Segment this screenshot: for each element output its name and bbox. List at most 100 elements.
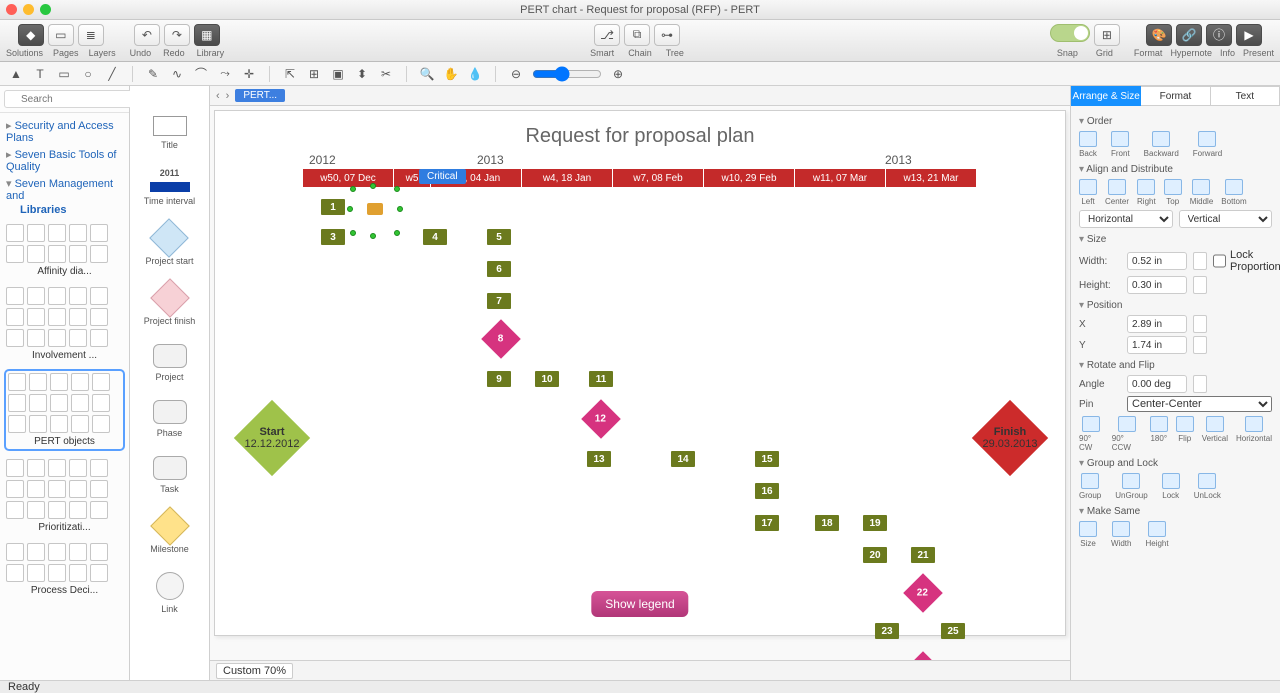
tab-prev-icon[interactable]: ‹ <box>216 90 220 102</box>
lib-involvement[interactable]: Involvement ... <box>6 350 123 361</box>
show-legend-button[interactable]: Show legend <box>591 591 688 617</box>
align-middle[interactable]: Middle <box>1190 179 1214 206</box>
task-node[interactable]: 18 <box>815 515 839 531</box>
line-tool-icon[interactable]: ╱ <box>104 66 120 82</box>
zoom-slider[interactable] <box>532 66 602 82</box>
group-btn[interactable]: Group <box>1079 473 1101 500</box>
section-same[interactable]: Make Same <box>1079 506 1272 517</box>
zoom-minus-icon[interactable]: ⊖ <box>508 66 524 82</box>
tab-next-icon[interactable]: › <box>226 90 230 102</box>
smart-button[interactable]: ⎇ <box>594 24 620 46</box>
pen-tool-icon[interactable]: ✎ <box>145 66 161 82</box>
align-right[interactable]: Right <box>1137 179 1156 206</box>
zoom-out-icon[interactable]: 🔍 <box>419 66 435 82</box>
task-node[interactable]: 23 <box>875 623 899 639</box>
chain-button[interactable]: ⧉ <box>624 24 650 46</box>
crop-tool-icon[interactable]: ✂ <box>378 66 394 82</box>
layers-button[interactable]: ≣ <box>78 24 104 46</box>
milestone-node[interactable]: 24 <box>903 651 943 660</box>
distribute-h-select[interactable]: Horizontal <box>1079 210 1173 228</box>
tab-arrange[interactable]: Arrange & Size <box>1071 86 1141 106</box>
task-node[interactable]: 10 <box>535 371 559 387</box>
info-button[interactable]: ⓘ <box>1206 24 1232 46</box>
unlock-btn[interactable]: UnLock <box>1194 473 1221 500</box>
task-node[interactable]: 17 <box>755 515 779 531</box>
lib-affinity[interactable]: Affinity dia... <box>6 266 123 277</box>
paper[interactable]: Request for proposal plan 2012 2013 2013… <box>214 110 1066 636</box>
distribute-v-select[interactable]: Vertical <box>1179 210 1273 228</box>
section-align[interactable]: Align and Distribute <box>1079 164 1272 175</box>
stencil-project-finish[interactable]: Project finish <box>144 284 196 326</box>
stencil-phase[interactable]: Phase <box>153 400 187 438</box>
ellipse-tool-icon[interactable]: ○ <box>80 66 96 82</box>
task-node[interactable]: 21 <box>911 547 935 563</box>
align-tool-icon[interactable]: ⇱ <box>282 66 298 82</box>
hypernote-button[interactable]: 🔗 <box>1176 24 1202 46</box>
connector-tool-icon[interactable]: ⤳ <box>217 66 233 82</box>
height-stepper[interactable] <box>1193 276 1207 294</box>
task-node[interactable]: 20 <box>863 547 887 563</box>
grid-button[interactable]: ⊞ <box>1094 24 1120 46</box>
order-forward[interactable]: Forward <box>1193 131 1222 158</box>
format-button[interactable]: 🎨 <box>1146 24 1172 46</box>
tree-libraries[interactable]: Libraries <box>6 204 123 216</box>
task-node[interactable]: 5 <box>487 229 511 245</box>
present-button[interactable]: ▶ <box>1236 24 1262 46</box>
pointer-icon[interactable]: ▲ <box>8 66 24 82</box>
angle-input[interactable] <box>1127 375 1187 393</box>
task-node[interactable]: 1 <box>321 199 345 215</box>
task-node[interactable]: 19 <box>863 515 887 531</box>
text-tool-icon[interactable]: T <box>32 66 48 82</box>
anchor-tool-icon[interactable]: ✛ <box>241 66 257 82</box>
lock-btn[interactable]: Lock <box>1162 473 1180 500</box>
stencil-title[interactable]: Title <box>153 116 187 150</box>
canvas[interactable]: Request for proposal plan 2012 2013 2013… <box>210 106 1070 660</box>
library-scroll[interactable]: Affinity dia... Involvement ... PERT obj… <box>0 220 129 680</box>
snap-toggle[interactable] <box>1050 24 1090 42</box>
milestone-node[interactable]: 8 <box>481 319 521 359</box>
rotate-cw[interactable]: 90° CW <box>1079 416 1104 452</box>
width-stepper[interactable] <box>1193 252 1207 270</box>
width-input[interactable] <box>1127 252 1187 270</box>
order-tool-icon[interactable]: ⬍ <box>354 66 370 82</box>
eyedropper-icon[interactable]: 💧 <box>467 66 483 82</box>
order-back[interactable]: Back <box>1079 131 1097 158</box>
pages-button[interactable]: ▭ <box>48 24 74 46</box>
tree-seven-basic[interactable]: Seven Basic Tools of Quality <box>6 146 123 175</box>
stencil-task[interactable]: Task <box>153 456 187 494</box>
y-input[interactable] <box>1127 336 1187 354</box>
group-tool-icon[interactable]: ▣ <box>330 66 346 82</box>
section-size[interactable]: Size <box>1079 234 1272 245</box>
order-front[interactable]: Front <box>1111 131 1130 158</box>
arc-tool-icon[interactable]: ⌒ <box>193 66 209 82</box>
task-node[interactable]: 6 <box>487 261 511 277</box>
pin-select[interactable]: Center-Center <box>1127 396 1272 412</box>
selection-handles[interactable] <box>353 189 397 233</box>
x-stepper[interactable] <box>1193 315 1207 333</box>
angle-stepper[interactable] <box>1193 375 1207 393</box>
distrib-tool-icon[interactable]: ⊞ <box>306 66 322 82</box>
tab-pert[interactable]: PERT... <box>235 89 285 102</box>
task-node[interactable]: 13 <box>587 451 611 467</box>
undo-button[interactable]: ↶ <box>134 24 160 46</box>
stencil-project[interactable]: Project <box>153 344 187 382</box>
task-node[interactable]: 14 <box>671 451 695 467</box>
lib-pert[interactable]: PERT objects <box>8 436 121 447</box>
same-size[interactable]: Size <box>1079 521 1097 548</box>
section-position[interactable]: Position <box>1079 300 1272 311</box>
align-top[interactable]: Top <box>1164 179 1182 206</box>
same-width[interactable]: Width <box>1111 521 1131 548</box>
align-center[interactable]: Center <box>1105 179 1129 206</box>
tab-text[interactable]: Text <box>1211 86 1280 106</box>
lib-process[interactable]: Process Deci... <box>6 585 123 596</box>
ungroup-btn[interactable]: UnGroup <box>1115 473 1147 500</box>
task-node[interactable]: 25 <box>941 623 965 639</box>
stencil-milestone[interactable]: Milestone <box>150 512 189 554</box>
rect-tool-icon[interactable]: ▭ <box>56 66 72 82</box>
align-bottom[interactable]: Bottom <box>1221 179 1246 206</box>
window-controls[interactable] <box>6 4 51 15</box>
task-node[interactable]: 11 <box>589 371 613 387</box>
flip[interactable]: Flip <box>1176 416 1194 452</box>
section-order[interactable]: Order <box>1079 116 1272 127</box>
section-rotate[interactable]: Rotate and Flip <box>1079 360 1272 371</box>
